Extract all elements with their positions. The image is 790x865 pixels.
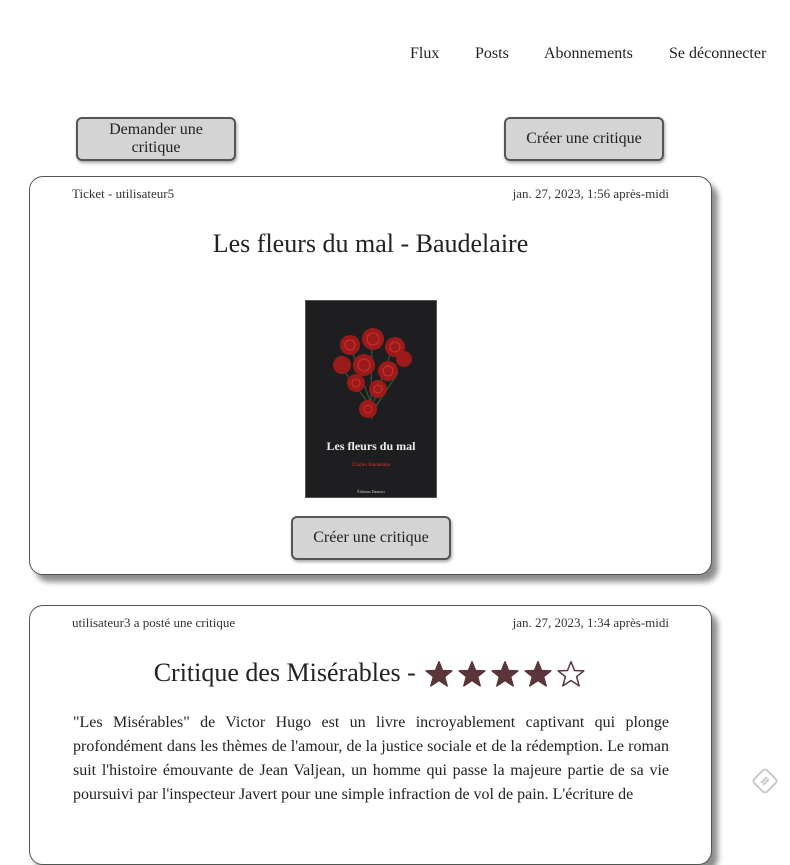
review-title: Critique des Misérables -: [153, 658, 416, 687]
ticket-create-review-button[interactable]: Créer une critique: [291, 516, 451, 560]
star-rating: [422, 660, 587, 691]
roses-illustration: [333, 328, 412, 420]
review-header: utilisateur3 a posté une critique: [72, 615, 236, 630]
review-title-row: Critique des Misérables -: [30, 658, 711, 691]
review-body: "Les Misérables" de Victor Hugo est un l…: [73, 714, 669, 803]
ticket-card: Ticket - utilisateur5 jan. 27, 2023, 1:5…: [29, 176, 712, 575]
star-filled-icon: [425, 660, 453, 687]
nav-link-flux[interactable]: Flux: [410, 45, 439, 63]
ticket-header: Ticket - utilisateur5: [72, 186, 175, 201]
nav-link-posts[interactable]: Posts: [475, 45, 509, 63]
book-cover-image: Les fleurs du mal Charles Baudelaire Édi…: [305, 300, 437, 498]
cover-title: Les fleurs du mal: [326, 439, 416, 453]
star-filled-icon: [524, 660, 552, 687]
cover-publisher: Éditions Daunort: [357, 489, 385, 494]
request-review-button[interactable]: Demander une critique: [76, 117, 236, 161]
create-review-button[interactable]: Créer une critique: [504, 117, 664, 161]
ticket-title: Les fleurs du mal - Baudelaire: [212, 229, 529, 258]
star-filled-icon: [491, 660, 519, 687]
nav-link-logout[interactable]: Se déconnecter: [669, 45, 766, 63]
edit-icon[interactable]: [752, 768, 778, 794]
ticket-date: jan. 27, 2023, 1:56 après-midi: [512, 186, 669, 201]
review-date: jan. 27, 2023, 1:34 après-midi: [512, 615, 669, 630]
star-filled-icon: [458, 660, 486, 687]
review-card: utilisateur3 a posté une critique jan. 2…: [29, 605, 712, 865]
main-nav: Flux Posts Abonnements Se déconnecter: [0, 45, 790, 67]
star-empty-icon: [557, 660, 585, 687]
nav-link-abonnements[interactable]: Abonnements: [544, 45, 633, 63]
cover-author: Charles Baudelaire: [351, 463, 391, 468]
